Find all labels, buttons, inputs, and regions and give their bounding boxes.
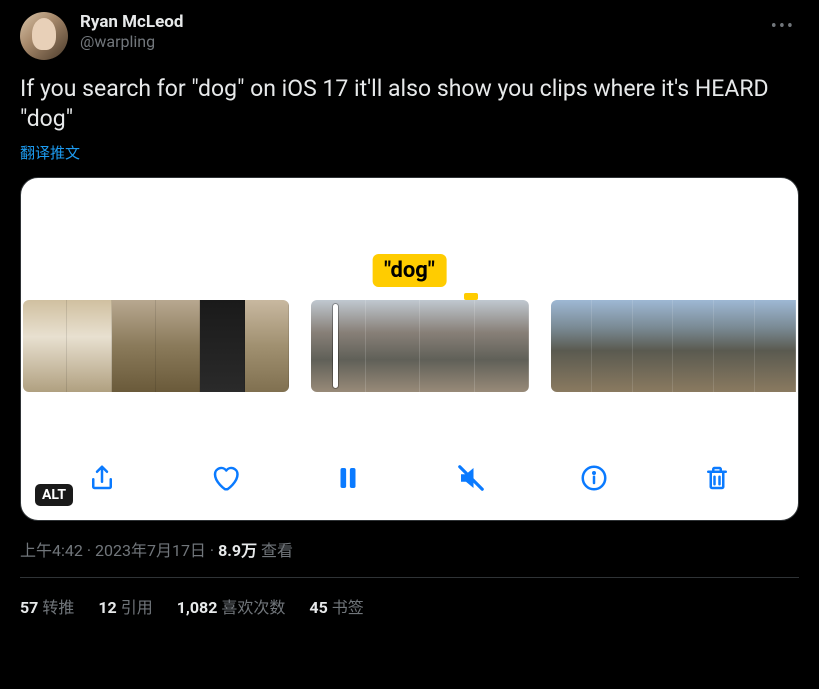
display-name: Ryan McLeod: [80, 12, 755, 32]
retweets-count: 57: [20, 598, 38, 617]
info-button[interactable]: [574, 458, 614, 498]
video-frame: [112, 300, 156, 392]
tweet-header: Ryan McLeod @warpling •••: [20, 12, 799, 60]
video-filmstrip: [21, 300, 798, 392]
media-attachment[interactable]: "dog": [20, 177, 799, 521]
video-frame: [67, 300, 111, 392]
quotes-count: 12: [98, 598, 116, 617]
video-frame: [592, 300, 633, 392]
video-frame: [156, 300, 200, 392]
bookmarks-count: 45: [309, 598, 327, 617]
quotes-label: 引用: [121, 598, 153, 617]
video-frame: [23, 300, 67, 392]
video-frame: [714, 300, 755, 392]
video-frame: [755, 300, 796, 392]
heart-icon: [210, 463, 240, 493]
tweet-container: Ryan McLeod @warpling ••• If you search …: [0, 0, 819, 630]
clip-group[interactable]: [23, 300, 289, 392]
author-handle: @warpling: [80, 32, 755, 51]
likes-label: 喜欢次数: [221, 598, 285, 617]
pause-button[interactable]: [328, 458, 368, 498]
video-frame: [633, 300, 674, 392]
bookmarks-stat[interactable]: 45 书签: [309, 594, 363, 618]
speaker-muted-icon: [456, 463, 486, 493]
tweet-meta: 上午4:42 · 2023年7月17日 · 8.9万 查看: [20, 537, 799, 578]
media-toolbar: [21, 458, 798, 498]
delete-button[interactable]: [697, 458, 737, 498]
likes-stat[interactable]: 1,082喜欢次数: [177, 594, 286, 618]
mute-button[interactable]: [451, 458, 491, 498]
tweet-date[interactable]: 2023年7月17日: [95, 541, 206, 560]
author-names[interactable]: Ryan McLeod @warpling: [80, 12, 755, 51]
favorite-button[interactable]: [205, 458, 245, 498]
video-frame: [245, 300, 289, 392]
tweet-stats: 57转推 12 引用 1,082喜欢次数 45 书签: [20, 578, 799, 618]
video-frame: [366, 300, 421, 392]
retweets-stat[interactable]: 57转推: [20, 594, 74, 618]
avatar[interactable]: [20, 12, 68, 60]
alt-badge[interactable]: ALT: [35, 484, 73, 506]
playhead-marker-icon: [464, 293, 478, 300]
clip-group[interactable]: [551, 300, 796, 392]
video-frame: [200, 300, 244, 392]
video-frame: [673, 300, 714, 392]
video-frame: [475, 300, 530, 392]
views-count: 8.9万: [218, 541, 257, 560]
video-frame: [420, 300, 475, 392]
more-icon[interactable]: •••: [767, 12, 799, 41]
translate-link[interactable]: 翻译推文: [20, 142, 799, 163]
video-frame: [311, 300, 366, 392]
search-term-tooltip: "dog": [372, 254, 447, 287]
pause-icon: [333, 463, 363, 493]
playhead-icon[interactable]: [333, 304, 338, 388]
share-icon: [87, 463, 117, 493]
share-button[interactable]: [82, 458, 122, 498]
video-frame: [551, 300, 592, 392]
likes-count: 1,082: [177, 598, 218, 617]
bookmarks-label: 书签: [332, 598, 364, 617]
quotes-stat[interactable]: 12 引用: [98, 594, 152, 618]
clip-group-active[interactable]: [311, 300, 529, 392]
tweet-text: If you search for "dog" on iOS 17 it'll …: [20, 74, 799, 134]
trash-icon: [702, 463, 732, 493]
retweets-label: 转推: [42, 598, 74, 617]
tweet-time[interactable]: 上午4:42: [20, 541, 83, 560]
views-label[interactable]: 查看: [261, 541, 293, 560]
info-icon: [579, 463, 609, 493]
